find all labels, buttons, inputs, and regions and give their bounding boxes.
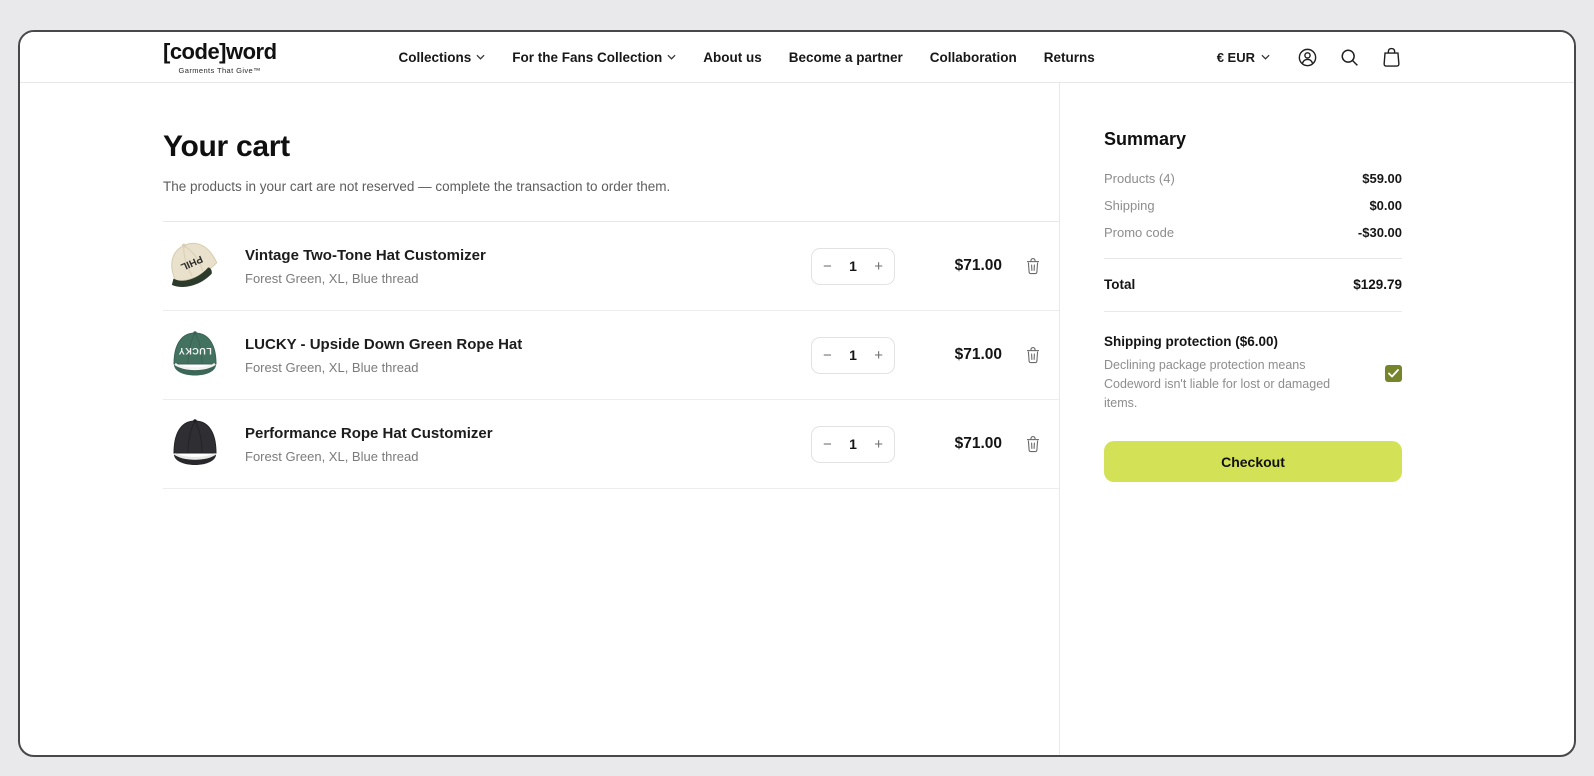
cart-bag-icon[interactable] — [1381, 47, 1402, 68]
chevron-down-icon — [667, 54, 676, 60]
nav-collections[interactable]: Collections — [398, 50, 485, 65]
cart-subtitle: The products in your cart are not reserv… — [163, 179, 671, 194]
nav-about-us[interactable]: About us — [703, 50, 762, 65]
nav-returns-label: Returns — [1043, 49, 1095, 65]
account-icon[interactable] — [1297, 47, 1318, 68]
nav-for-the-fans-collection[interactable]: For the Fans Collection — [512, 50, 676, 65]
summary-divider — [1104, 311, 1402, 312]
currency-selector[interactable]: € EUR — [1217, 50, 1270, 65]
quantity-value: 1 — [849, 347, 857, 363]
remove-item-trash-icon[interactable] — [1025, 435, 1041, 453]
quantity-stepper: − 1 + — [811, 247, 895, 285]
summary-value: -$30.00 — [1357, 225, 1402, 240]
nav-collaboration-label: Collaboration — [929, 49, 1017, 65]
checkmark-icon — [1388, 368, 1399, 378]
brand-name: [code]word — [163, 39, 277, 64]
product-image-performance-rope-hat[interactable] — [163, 412, 227, 476]
total-value: $129.79 — [1353, 277, 1402, 292]
brand-tagline: Garments That Give™ — [178, 66, 262, 75]
header-actions: € EUR — [1217, 47, 1402, 68]
item-price: $71.00 — [954, 257, 1002, 274]
nav-become-a-partner[interactable]: Become a partner — [789, 50, 903, 65]
chevron-down-icon — [476, 54, 485, 60]
cart-section: Your cart The products in your cart are … — [20, 83, 1059, 755]
site-header: [code]word Garments That Give™ Collectio… — [20, 32, 1574, 83]
nav-partner-label: Become a partner — [788, 49, 903, 65]
decrease-quantity-button[interactable]: − — [823, 437, 832, 452]
product-info: Vintage Two-Tone Hat Customizer Forest G… — [245, 247, 811, 286]
summary-label: Shipping — [1104, 198, 1155, 213]
total-label: Total — [1104, 277, 1136, 292]
shipping-protection-description: Declining package protection means Codew… — [1104, 358, 1331, 410]
summary-row-promo-code: Promo code -$30.00 — [1104, 225, 1402, 240]
product-variant: Forest Green, XL, Blue thread — [245, 359, 419, 375]
decrease-quantity-button[interactable]: − — [823, 259, 832, 274]
page-title: Your cart — [163, 130, 290, 163]
nav-returns[interactable]: Returns — [1044, 50, 1095, 65]
product-info: Performance Rope Hat Customizer Forest G… — [245, 425, 811, 464]
nav-collections-label: Collections — [398, 49, 472, 65]
page-body: Your cart The products in your cart are … — [20, 83, 1574, 755]
cart-item-row: LUCKY LUCKY - Upside Down Green Rope Hat… — [163, 311, 1059, 400]
product-name[interactable]: Vintage Two-Tone Hat Customizer — [245, 247, 811, 264]
summary-divider — [1104, 258, 1402, 259]
quantity-stepper: − 1 + — [811, 336, 895, 374]
item-price: $71.00 — [954, 435, 1002, 452]
checkout-button[interactable]: Checkout — [1104, 441, 1402, 483]
summary-title: Summary — [1104, 129, 1187, 149]
summary-row-products: Products (4) $59.00 — [1104, 171, 1402, 186]
search-icon[interactable] — [1339, 47, 1360, 68]
summary-row-shipping: Shipping $0.00 — [1104, 198, 1402, 213]
product-variant: Forest Green, XL, Blue thread — [245, 448, 419, 464]
product-variant: Forest Green, XL, Blue thread — [245, 270, 419, 286]
shipping-protection-text: Shipping protection ($6.00) Declining pa… — [1104, 334, 1361, 412]
currency-label: € EUR — [1216, 49, 1255, 65]
cart-item-row: PHIL Vintage Two-Tone Hat Customizer For… — [163, 222, 1059, 311]
storefront-window: [code]word Garments That Give™ Collectio… — [18, 30, 1576, 757]
quantity-value: 1 — [849, 436, 857, 452]
quantity-stepper: − 1 + — [811, 425, 895, 463]
shipping-protection-checkbox[interactable] — [1385, 364, 1402, 382]
nav-fans-label: For the Fans Collection — [512, 49, 663, 65]
item-price: $71.00 — [954, 346, 1002, 363]
product-name[interactable]: LUCKY - Upside Down Green Rope Hat — [245, 336, 811, 353]
product-image-vintage-two-tone-hat[interactable]: PHIL — [163, 234, 227, 298]
increase-quantity-button[interactable]: + — [874, 437, 883, 452]
main-nav: Collections For the Fans Collection Abou… — [398, 50, 1094, 65]
decrease-quantity-button[interactable]: − — [823, 348, 832, 363]
increase-quantity-button[interactable]: + — [874, 348, 883, 363]
remove-item-trash-icon[interactable] — [1025, 257, 1041, 275]
summary-value: $0.00 — [1369, 198, 1402, 213]
brand-logo[interactable]: [code]word Garments That Give™ — [163, 39, 277, 75]
product-info: LUCKY - Upside Down Green Rope Hat Fores… — [245, 336, 811, 375]
svg-text:LUCKY: LUCKY — [178, 346, 212, 356]
summary-total-row: Total $129.79 — [1104, 277, 1402, 292]
summary-panel: Summary Products (4) $59.00 Shipping $0.… — [1059, 83, 1574, 755]
remove-item-trash-icon[interactable] — [1025, 346, 1041, 364]
summary-label: Promo code — [1104, 225, 1175, 240]
nav-about-label: About us — [703, 49, 762, 65]
cart-item-row: Performance Rope Hat Customizer Forest G… — [163, 400, 1059, 489]
shipping-protection-block: Shipping protection ($6.00) Declining pa… — [1104, 334, 1402, 412]
increase-quantity-button[interactable]: + — [874, 259, 883, 274]
chevron-down-icon — [1261, 54, 1270, 60]
summary-value: $59.00 — [1362, 171, 1402, 186]
shipping-protection-title: Shipping protection ($6.00) — [1104, 334, 1279, 349]
product-name[interactable]: Performance Rope Hat Customizer — [245, 425, 811, 442]
product-image-lucky-green-rope-hat[interactable]: LUCKY — [163, 323, 227, 387]
cart-item-list: PHIL Vintage Two-Tone Hat Customizer For… — [163, 221, 1059, 489]
nav-collaboration[interactable]: Collaboration — [930, 50, 1017, 65]
summary-label: Products (4) — [1104, 171, 1175, 186]
quantity-value: 1 — [849, 258, 857, 274]
